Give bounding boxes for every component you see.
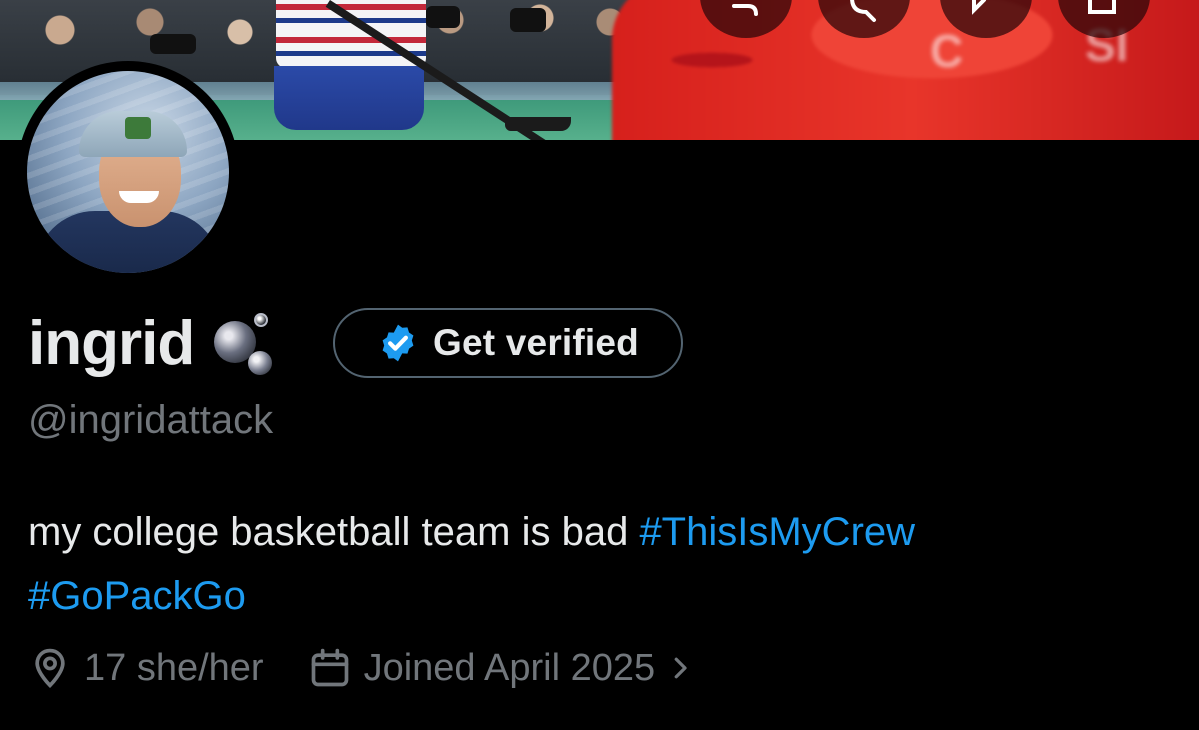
get-verified-button[interactable]: Get verified [333, 308, 683, 378]
profile-screen: C SI ingrid Get verified @ingridattack m… [0, 0, 1199, 730]
get-verified-label: Get verified [433, 322, 639, 363]
camera-shape [510, 8, 546, 32]
hashtag-link[interactable]: #ThisIsMyCrew [639, 510, 915, 554]
profile-bio: my college basketball team is bad #ThisI… [28, 500, 1168, 628]
bio-text: my college basketball team is bad [28, 510, 629, 554]
location-item: 17 she/her [28, 645, 264, 691]
location-pin-icon [35, 648, 65, 689]
joined-text: Joined April 2025 [363, 646, 656, 689]
display-name: ingrid [28, 309, 195, 378]
camera-shape [426, 6, 460, 28]
banner-stick-blade [505, 117, 571, 131]
camera-shape [150, 34, 196, 54]
joined-item[interactable]: Joined April 2025 [308, 646, 696, 690]
banner-jersey-mark: C [930, 25, 964, 77]
verified-badge-icon [382, 324, 414, 362]
profile-handle: @ingridattack [28, 398, 274, 442]
calendar-icon [311, 648, 348, 687]
chevron-right-icon [674, 657, 687, 679]
name-row: ingrid [28, 306, 284, 382]
hashtag-link[interactable]: #GoPackGo [28, 574, 246, 618]
profile-meta: 17 she/her Joined April 2025 [28, 641, 695, 695]
location-text: 17 she/her [84, 646, 264, 689]
avatar[interactable] [27, 71, 229, 273]
bubbles-emoji [212, 309, 284, 379]
